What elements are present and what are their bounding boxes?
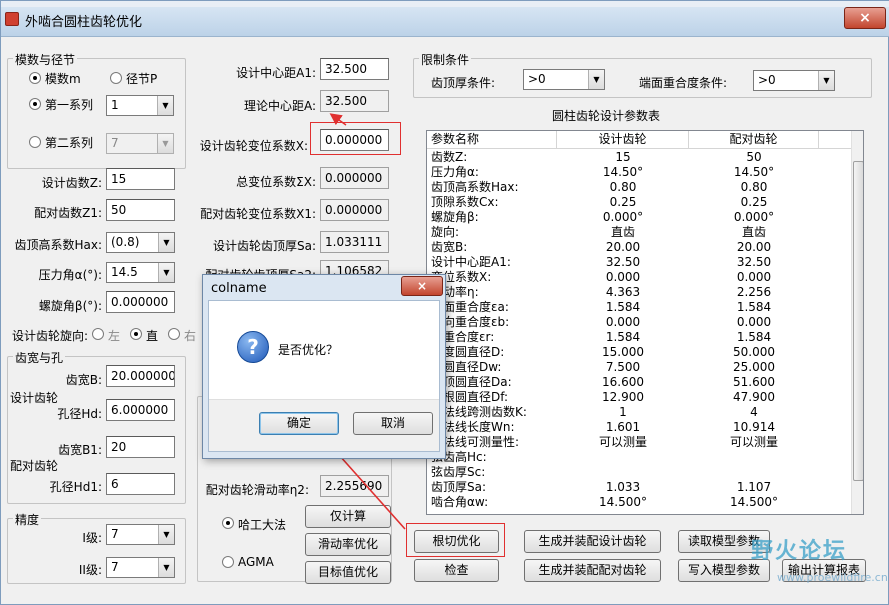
dialog-message: 是否优化？ xyxy=(278,343,339,357)
dialog-ok-button[interactable]: 确定 xyxy=(259,412,339,435)
dialog-body: ? 是否优化？ 确定 取消 xyxy=(208,300,440,452)
dialog-footer: 确定 取消 xyxy=(209,399,439,451)
arrow-to-shift-field xyxy=(329,113,347,126)
dialog-title: colname xyxy=(211,281,267,296)
dialog-close-button[interactable]: × xyxy=(401,276,443,296)
dialog-cancel-button[interactable]: 取消 xyxy=(353,412,433,435)
main-window: 外啮合圆柱齿轮优化 × 模数与径节 模数m 径节P 第一系列 1 ▼ 第二系列 7… xyxy=(0,0,889,605)
question-icon: ? xyxy=(237,331,269,363)
confirm-dialog: colname × ? 是否优化？ 确定 取消 xyxy=(202,274,446,459)
